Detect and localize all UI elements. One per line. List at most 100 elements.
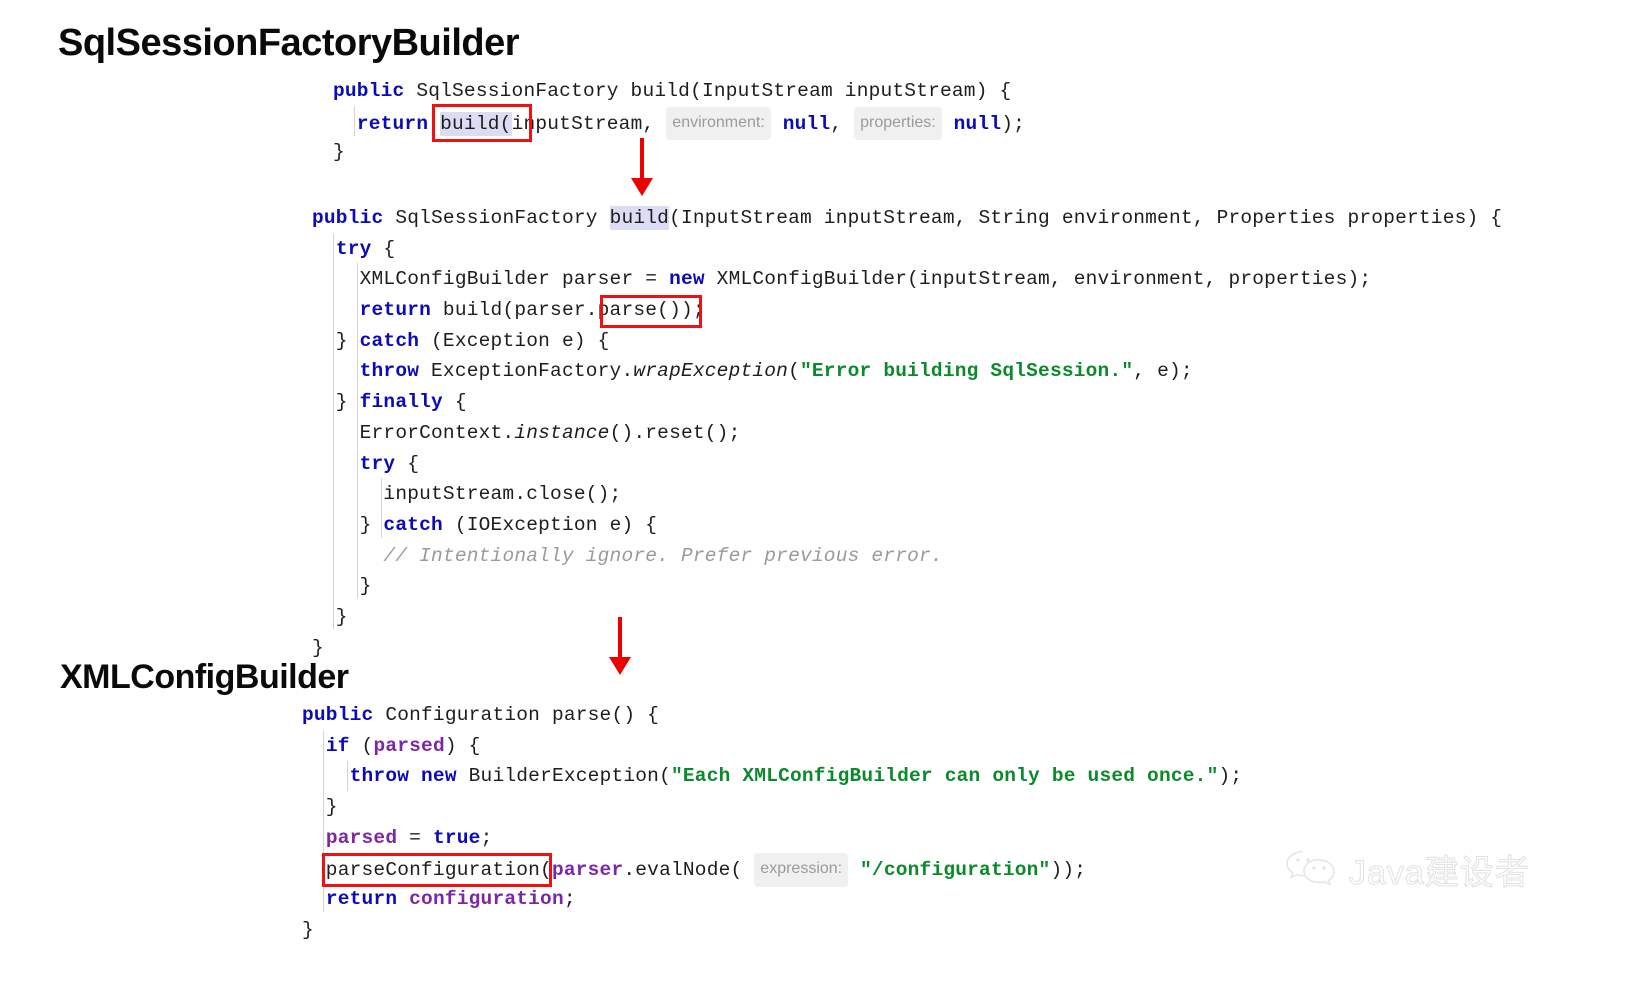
code-line: } bbox=[333, 137, 1025, 168]
code-token: catch bbox=[359, 329, 420, 352]
code-line: } bbox=[312, 633, 1502, 664]
indent-guide bbox=[381, 478, 382, 538]
arrow-shaft bbox=[640, 138, 644, 180]
code-token: return bbox=[356, 112, 429, 135]
code-token: if bbox=[325, 734, 350, 757]
code-token: true bbox=[432, 826, 481, 849]
arrow-shaft bbox=[618, 617, 622, 659]
code-line: } bbox=[302, 792, 1242, 823]
code-token: } bbox=[312, 636, 324, 659]
code-token: Configuration parse() { bbox=[373, 704, 660, 726]
code-line: ErrorContext.instance().reset(); bbox=[312, 418, 1502, 449]
code-token: } bbox=[312, 575, 372, 598]
code-token: { bbox=[442, 391, 467, 414]
code-token: )); bbox=[1050, 859, 1087, 882]
wechat-icon bbox=[1283, 845, 1341, 894]
parameter-hint-chip: expression: bbox=[754, 853, 849, 888]
code-line: try { bbox=[312, 234, 1502, 265]
arrow-head bbox=[631, 178, 653, 196]
indent-guide bbox=[347, 761, 348, 791]
code-token: throw bbox=[359, 360, 420, 383]
code-token: (IOException e) { bbox=[442, 513, 658, 536]
arrow-head bbox=[609, 657, 631, 675]
code-token: build( bbox=[440, 111, 512, 136]
code-token: null bbox=[953, 112, 1002, 135]
code-line: inputStream.close(); bbox=[312, 479, 1502, 510]
code-line: public Configuration parse() { bbox=[302, 700, 1242, 731]
code-token: } bbox=[302, 796, 338, 819]
code-line: } catch (Exception e) { bbox=[312, 326, 1502, 357]
code-line: // Intentionally ignore. Prefer previous… bbox=[312, 541, 1502, 572]
code-block-xmlconfigbuilder-parse: public Configuration parse() { if (parse… bbox=[302, 700, 1242, 946]
code-token: .evalNode( bbox=[623, 859, 755, 882]
code-block-sqlsessionfactorybuilder-build-full: public SqlSessionFactory build(InputStre… bbox=[312, 203, 1502, 663]
code-token: try bbox=[335, 237, 372, 260]
code-token: try bbox=[359, 452, 396, 475]
code-token: inputStream.close(); bbox=[312, 483, 622, 506]
code-token: ( bbox=[788, 360, 800, 383]
code-token: return bbox=[359, 299, 432, 322]
code-token: wrapException bbox=[633, 360, 789, 383]
watermark-text: Java建设者 bbox=[1349, 854, 1530, 893]
code-token: new bbox=[421, 765, 457, 788]
code-line: throw new BuilderException("Each XMLConf… bbox=[302, 761, 1242, 792]
code-token: return bbox=[325, 888, 398, 911]
code-token: ().reset(); bbox=[609, 421, 741, 444]
code-token: "Error building SqlSession." bbox=[800, 360, 1134, 383]
code-token: build(parser.parse()); bbox=[431, 299, 705, 322]
page-title-sqlsessionfactorybuilder: SqlSessionFactoryBuilder bbox=[58, 22, 520, 64]
code-line: } bbox=[302, 915, 1242, 946]
page-title-xmlconfigbuilder: XMLConfigBuilder bbox=[60, 658, 349, 696]
code-token: { bbox=[395, 452, 420, 475]
parameter-hint-chip: environment: bbox=[666, 106, 771, 141]
code-token: = bbox=[397, 826, 433, 849]
code-token: ); bbox=[1218, 765, 1243, 788]
indent-guide bbox=[354, 106, 355, 136]
parameter-hint-chip: properties: bbox=[854, 106, 942, 141]
code-line: return build(inputStream, environment: n… bbox=[333, 106, 1026, 141]
arrow-parse-to-parse bbox=[608, 617, 632, 675]
indent-guide bbox=[333, 233, 334, 629]
code-line: public SqlSessionFactory build(InputStre… bbox=[312, 203, 1502, 234]
code-line: throw ExceptionFactory.wrapException("Er… bbox=[312, 356, 1502, 387]
code-token: } bbox=[312, 329, 360, 352]
code-token: configuration bbox=[409, 888, 564, 911]
code-token: parsed bbox=[373, 734, 445, 757]
code-token: ( bbox=[349, 734, 374, 757]
code-token: ; bbox=[480, 826, 493, 849]
code-line: } bbox=[312, 602, 1502, 633]
code-token: ); bbox=[1001, 112, 1026, 135]
indent-guide bbox=[357, 263, 358, 599]
code-token: public bbox=[333, 80, 405, 102]
watermark: Java建设者 bbox=[1283, 845, 1530, 894]
code-line: return configuration; bbox=[302, 884, 1242, 915]
code-line: return build(parser.parse()); bbox=[312, 295, 1502, 326]
code-token: BuilderException( bbox=[456, 765, 671, 788]
code-line: parseConfiguration(parser.evalNode( expr… bbox=[302, 853, 1242, 888]
code-line: public SqlSessionFactory build(InputStre… bbox=[333, 76, 1025, 107]
code-token: } bbox=[312, 391, 360, 414]
code-token: ) { bbox=[444, 734, 481, 757]
code-token: SqlSessionFactory bbox=[383, 207, 610, 229]
code-token: , e); bbox=[1133, 360, 1193, 383]
code-token: throw bbox=[349, 765, 410, 788]
code-token: parser bbox=[551, 859, 624, 882]
code-line: } catch (IOException e) { bbox=[312, 510, 1502, 541]
code-block-sqlsessionfactorybuilder-build-single: public SqlSessionFactory build(InputStre… bbox=[333, 76, 1025, 168]
code-token: } bbox=[312, 605, 348, 628]
code-token: SqlSessionFactory build(InputStream inpu… bbox=[404, 80, 1012, 102]
code-line: XMLConfigBuilder parser = new XMLConfigB… bbox=[312, 264, 1502, 295]
code-token: new bbox=[669, 268, 705, 291]
code-line: parsed = true; bbox=[302, 823, 1242, 854]
indent-guide bbox=[323, 730, 324, 912]
code-token: public bbox=[302, 704, 374, 726]
code-line: } finally { bbox=[312, 387, 1502, 418]
